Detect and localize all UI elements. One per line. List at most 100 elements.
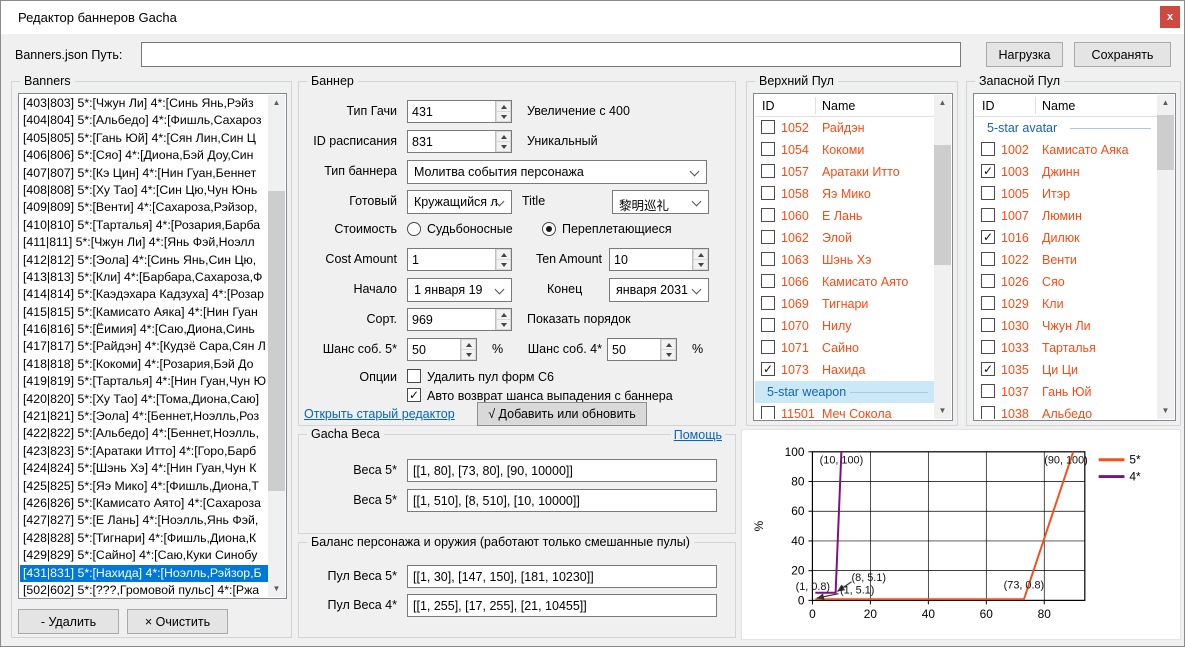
row-checkbox[interactable] [981, 142, 995, 156]
banner-list-item[interactable]: [431|831] 5*:[Нахида] 4*:[Ноэлль,Рэйзор,… [20, 565, 268, 582]
column-name[interactable]: Name [822, 99, 855, 113]
pool-weight4-input[interactable] [407, 594, 717, 617]
scroll-up-icon[interactable]: ▲ [268, 95, 285, 111]
row-checkbox[interactable] [761, 340, 775, 354]
row-checkbox[interactable] [981, 164, 995, 178]
pool-row[interactable]: 1022Венти [975, 249, 1157, 271]
banner-list-item[interactable]: [410|810] 5*:[Тарталья] 4*:[Розария,Барб… [20, 217, 268, 234]
pool-row[interactable]: 1062Элой [755, 227, 934, 249]
row-checkbox[interactable] [981, 362, 995, 376]
title-select[interactable]: 黎明巡礼 [612, 190, 709, 214]
upper-pool-scrollbar[interactable]: ▲ ▼ [934, 95, 951, 419]
row-checkbox[interactable] [761, 164, 775, 178]
chance4-stepper[interactable] [607, 338, 677, 361]
banner-list-item[interactable]: [424|824] 5*:[Шэнь Хэ] 4*:[Нин Гуан,Чун … [20, 460, 268, 477]
row-checkbox[interactable] [981, 406, 995, 419]
row-checkbox[interactable] [981, 296, 995, 310]
row-checkbox[interactable] [981, 274, 995, 288]
pool-row[interactable]: 1054Кокоми [755, 139, 934, 161]
row-checkbox[interactable] [981, 340, 995, 354]
scroll-up-icon[interactable]: ▲ [934, 95, 951, 111]
row-checkbox[interactable] [761, 208, 775, 222]
pool-row[interactable]: 1037Гань Юй [975, 381, 1157, 403]
banner-list-item[interactable]: [411|811] 5*:[Чжун Ли] 4*:[Янь Фэй,Ноэлл [20, 234, 268, 251]
prefab-select[interactable]: Кружащийся л [407, 190, 512, 214]
banner-list-item[interactable]: [404|804] 5*:[Альбедо] 4*:[Фишль,Сахароз [20, 112, 268, 129]
ten-amount-input[interactable] [610, 249, 692, 270]
sort-stepper[interactable] [407, 308, 512, 331]
pool-row[interactable]: 1060Е Лань [755, 205, 934, 227]
spinner-down-icon[interactable] [496, 142, 511, 152]
banner-list-item[interactable]: [412|812] 5*:[Эола] 4*:[Синь Янь,Син Цю, [20, 252, 268, 269]
gacha-type-input[interactable] [408, 101, 495, 122]
save-button[interactable]: Сохранять [1074, 42, 1171, 67]
close-button[interactable]: x [1160, 6, 1180, 28]
add-update-button[interactable]: √ Добавить или обновить [477, 402, 647, 426]
chance4-input[interactable] [608, 339, 660, 360]
row-checkbox[interactable] [761, 120, 775, 134]
banner-list-item[interactable]: [418|818] 5*:[Кокоми] 4*:[Розария,Бэй До [20, 356, 268, 373]
sort-input[interactable] [408, 309, 495, 330]
banner-list-item[interactable]: [417|817] 5*:[Райдэн] 4*:[Кудзё Сара,Сян… [20, 338, 268, 355]
banner-list-item[interactable]: [408|808] 5*:[Ху Тао] 4*:[Син Цю,Чун Юнь [20, 182, 268, 199]
banner-list-item[interactable]: [405|805] 5*:[Гань Юй] 4*:[Сян Лин,Син Ц [20, 130, 268, 147]
banner-list-item[interactable]: [427|827] 5*:[Е Лань] 4*:[Ноэлль,Янь Фэй… [20, 512, 268, 529]
end-date-picker[interactable]: января 2031 [609, 278, 709, 302]
old-editor-link[interactable]: Открыть старый редактор [304, 407, 455, 421]
spinner-down-icon[interactable] [461, 350, 476, 360]
row-checkbox[interactable] [981, 186, 995, 200]
pool-row[interactable]: 1073Нахида [755, 359, 934, 381]
pool-row[interactable]: 1071Сайно [755, 337, 934, 359]
weights5b-input[interactable] [407, 489, 717, 512]
schedule-id-input[interactable] [408, 131, 495, 152]
delete-button[interactable]: - Удалить [18, 609, 119, 634]
upper-pool-list[interactable]: ID Name 1052Райдэн1054Кокоми1057Аратаки … [753, 93, 953, 421]
row-checkbox[interactable] [761, 362, 775, 376]
row-checkbox[interactable] [761, 186, 775, 200]
row-checkbox[interactable] [981, 318, 995, 332]
cost-amount-stepper[interactable] [407, 248, 512, 271]
pool-row[interactable]: 1005Итэр [975, 183, 1157, 205]
pool-row[interactable]: 1007Люмин [975, 205, 1157, 227]
cost-amount-input[interactable] [408, 249, 495, 270]
load-button[interactable]: Нагрузка [986, 42, 1063, 67]
banner-list-item[interactable]: [403|803] 5*:[Чжун Ли] 4*:[Синь Янь,Рэйз [20, 95, 268, 112]
scroll-down-icon[interactable]: ▼ [934, 403, 951, 419]
row-checkbox[interactable] [981, 230, 995, 244]
banner-type-select[interactable]: Молитва события персонажа [407, 160, 707, 184]
radio-intertwined[interactable] [542, 222, 556, 236]
banner-list-item[interactable]: [425|825] 5*:[Яэ Мико] 4*:[Фишль,Диона,Т [20, 478, 268, 495]
row-checkbox[interactable] [761, 406, 775, 419]
banner-list-item[interactable]: [419|819] 5*:[Тарталья] 4*:[Нин Гуан,Чун… [20, 373, 268, 390]
begin-date-picker[interactable]: 1 января 19 [407, 278, 512, 302]
row-checkbox[interactable] [761, 318, 775, 332]
banner-list-item[interactable]: [420|820] 5*:[Ху Тао] 4*:[Тома,Диона,Саю… [20, 391, 268, 408]
spinner-down-icon[interactable] [693, 260, 708, 270]
ten-amount-stepper[interactable] [609, 248, 709, 271]
pool-row[interactable]: 1052Райдэн [755, 117, 934, 139]
row-checkbox[interactable] [981, 208, 995, 222]
chance5-input[interactable] [408, 339, 460, 360]
pool-row[interactable]: 1016Дилюк [975, 227, 1157, 249]
checkbox-auto-return[interactable] [407, 388, 421, 402]
banner-list-item[interactable]: [428|828] 5*:[Тигнари] 4*:[Фишль,Диона,К [20, 530, 268, 547]
banners-list[interactable]: [403|803] 5*:[Чжун Ли] 4*:[Синь Янь,Рэйз… [18, 93, 287, 599]
pool-row[interactable]: 1070Нилу [755, 315, 934, 337]
column-id[interactable]: ID [982, 99, 995, 113]
scroll-down-icon[interactable]: ▼ [1157, 403, 1174, 419]
pool-row[interactable]: 1029Кли [975, 293, 1157, 315]
checkbox-remove-pool[interactable] [407, 369, 421, 383]
pool-row[interactable]: 1058Яэ Мико [755, 183, 934, 205]
spinner-down-icon[interactable] [661, 350, 676, 360]
scrollbar-thumb[interactable] [934, 145, 951, 265]
banner-list-item[interactable]: [413|813] 5*:[Кли] 4*:[Барбара,Сахароза,… [20, 269, 268, 286]
scrollbar-thumb[interactable] [1157, 115, 1174, 170]
row-checkbox[interactable] [761, 296, 775, 310]
pool-row[interactable]: 1038Альбедо [975, 403, 1157, 419]
clear-button[interactable]: × Очистить [127, 609, 228, 634]
reserve-pool-list[interactable]: ID Name 5-star avatar1002Камисато Аяка10… [973, 93, 1176, 421]
spinner-up-icon[interactable] [496, 131, 511, 142]
scroll-up-icon[interactable]: ▲ [1157, 95, 1174, 111]
spinner-up-icon[interactable] [693, 249, 708, 260]
chance5-stepper[interactable] [407, 338, 477, 361]
